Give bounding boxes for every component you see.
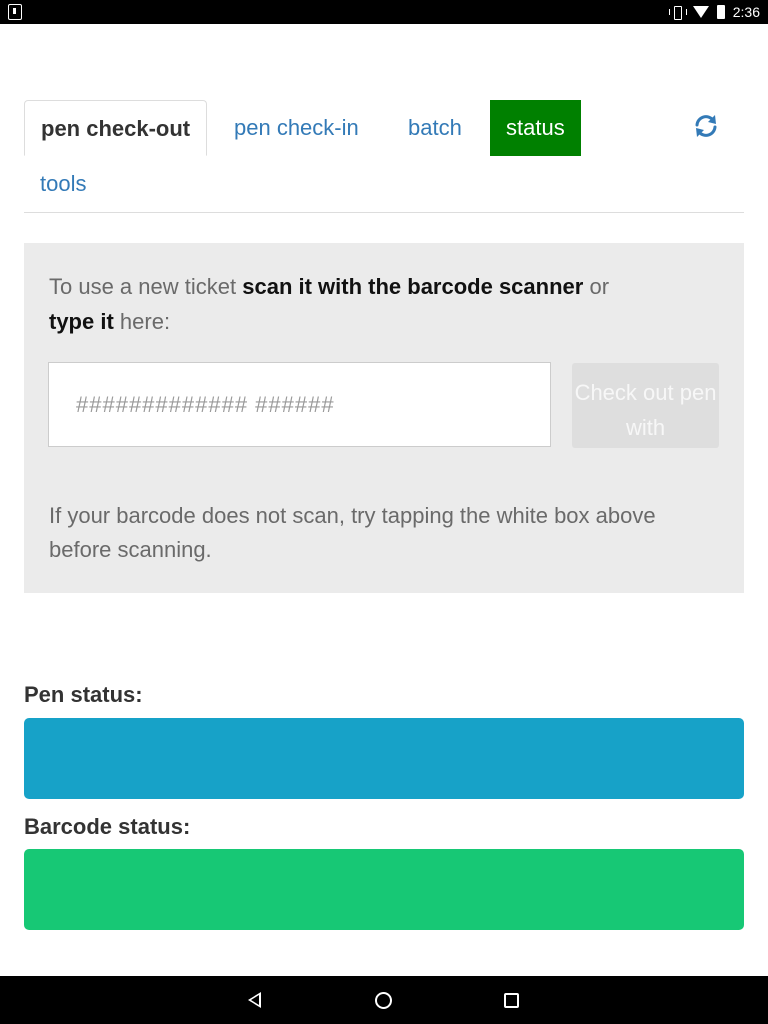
instruction-or: or [589, 274, 610, 299]
barcode-status-label: Barcode status: [24, 814, 191, 839]
status-icons: 2:36 [668, 0, 760, 24]
check-out-pen-button[interactable]: Check out pen with [572, 363, 719, 448]
instruction-prefix: To use a new ticket [49, 274, 237, 299]
scan-instructions: To use a new ticket scan it with the bar… [49, 269, 709, 339]
vibrate-icon [668, 5, 687, 20]
download-icon [8, 4, 22, 20]
tab-tools[interactable]: tools [24, 156, 102, 212]
home-icon[interactable] [375, 992, 392, 1009]
refresh-icon[interactable] [692, 112, 720, 140]
clock: 2:36 [732, 4, 760, 20]
instruction-type: type it [49, 309, 114, 334]
instruction-suffix: here: [119, 309, 171, 334]
tab-pen-check-in[interactable]: pen check-in [218, 100, 375, 156]
back-icon[interactable] [248, 992, 261, 1008]
tab-status[interactable]: status [490, 100, 581, 156]
tab-pen-check-out[interactable]: pen check-out [24, 100, 208, 156]
battery-icon [716, 5, 725, 19]
scan-hint: If your barcode does not scan, try tappi… [49, 503, 656, 562]
instruction-scan: scan it with the barcode scanner [242, 274, 584, 299]
wifi-icon [692, 6, 709, 18]
scan-panel: To use a new ticket scan it with the bar… [24, 243, 744, 593]
pen-status-bar [24, 718, 744, 799]
android-status-bar: 2:36 [0, 0, 768, 24]
screen: 2:36 pen check-out pen check-in batch st… [0, 0, 768, 1024]
recent-apps-icon[interactable] [504, 993, 519, 1008]
nav-tabs: pen check-out pen check-in batch status … [24, 100, 744, 213]
barcode-status-bar [24, 849, 744, 930]
ticket-barcode-input[interactable] [48, 362, 551, 447]
pen-status-label: Pen status: [24, 682, 143, 707]
android-nav-bar [0, 976, 768, 1024]
tab-batch[interactable]: batch [392, 100, 478, 156]
